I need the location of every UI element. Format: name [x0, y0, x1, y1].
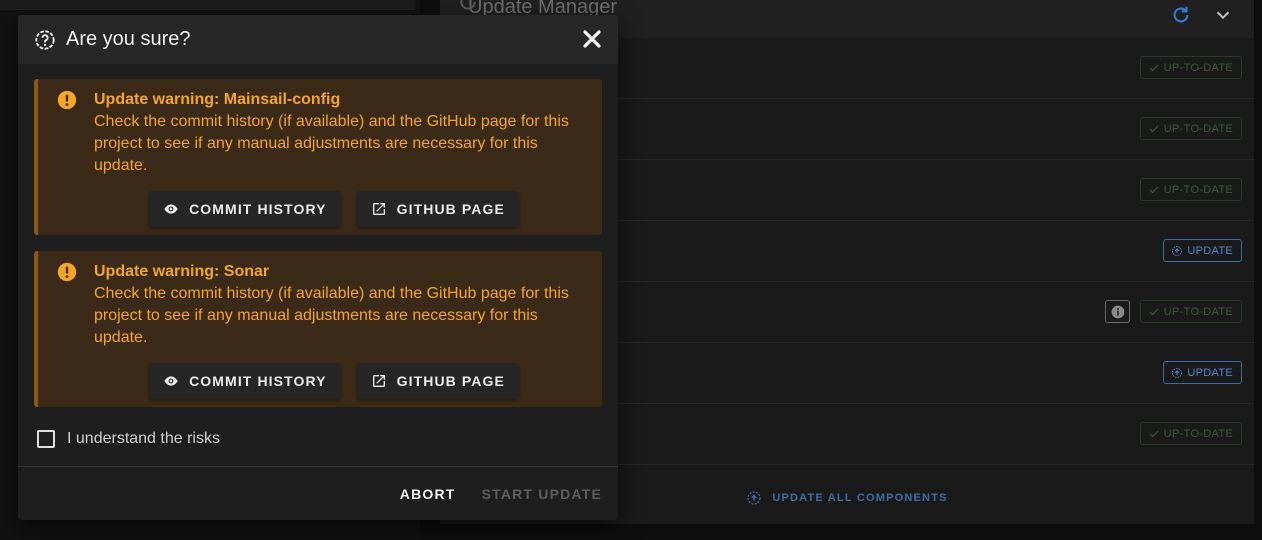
- warning-icon: [57, 262, 77, 282]
- up-to-date-chip: UP-TO-DATE: [1139, 56, 1242, 79]
- warning-icon: [57, 90, 77, 110]
- update-all-button[interactable]: UPDATE ALL COMPONENTS: [746, 490, 947, 506]
- check-icon: [1149, 430, 1159, 437]
- chip-label: UP-TO-DATE: [1163, 61, 1233, 74]
- alert-message: Check the commit history (if available) …: [94, 285, 569, 346]
- background-toolbar: [0, 0, 415, 10]
- github-page-button[interactable]: GITHUB PAGE: [356, 363, 519, 399]
- chip-label: UP-TO-DATE: [1163, 427, 1233, 440]
- start-update-button[interactable]: START UPDATE: [482, 486, 602, 502]
- commit-history-button[interactable]: COMMIT HISTORY: [149, 191, 341, 227]
- commit-history-label: COMMIT HISTORY: [189, 373, 327, 389]
- chip-label: UP-TO-DATE: [1163, 122, 1233, 135]
- abort-button[interactable]: ABORT: [400, 486, 456, 502]
- commit-history-label: COMMIT HISTORY: [189, 201, 327, 217]
- update-warning-alert: Update warning: Mainsail-config Check th…: [34, 79, 602, 235]
- understand-risks-checkbox[interactable]: [37, 430, 55, 448]
- eye-icon: [164, 376, 178, 386]
- understand-risks-row[interactable]: I understand the risks: [34, 423, 602, 455]
- alert-actions: COMMIT HISTORY GITHUB PAGE: [82, 363, 586, 399]
- up-to-date-chip: UP-TO-DATE: [1139, 117, 1242, 140]
- dialog-actions: ABORT START UPDATE: [18, 467, 618, 520]
- chevron-down-icon[interactable]: [1212, 4, 1234, 26]
- question-icon: [35, 29, 55, 50]
- github-page-label: GITHUB PAGE: [396, 201, 505, 217]
- info-button[interactable]: [1105, 300, 1130, 323]
- check-icon: [1149, 308, 1159, 315]
- close-icon: [583, 30, 601, 48]
- update-chip[interactable]: UPDATE: [1163, 361, 1242, 384]
- up-to-date-chip: UP-TO-DATE: [1139, 422, 1242, 445]
- commit-history-button[interactable]: COMMIT HISTORY: [149, 363, 341, 399]
- up-to-date-chip: UP-TO-DATE: [1139, 300, 1242, 323]
- refresh-icon[interactable]: [1170, 4, 1192, 26]
- chip-label: UP-TO-DATE: [1163, 183, 1233, 196]
- github-page-button[interactable]: GITHUB PAGE: [356, 191, 519, 227]
- github-page-label: GITHUB PAGE: [396, 373, 505, 389]
- chip-label: UPDATE: [1187, 244, 1233, 257]
- update-manager-icon: [460, 0, 476, 10]
- dialog-title: Are you sure?: [66, 28, 191, 50]
- update-all-icon: [747, 491, 761, 505]
- open-in-new-icon: [372, 375, 385, 387]
- chip-label: UP-TO-DATE: [1163, 305, 1233, 318]
- check-icon: [1149, 64, 1159, 71]
- alert-actions: COMMIT HISTORY GITHUB PAGE: [82, 191, 586, 227]
- dialog-body: Update warning: Mainsail-config Check th…: [18, 64, 618, 455]
- check-icon: [1149, 186, 1159, 193]
- alert-text: Update warning: Sonar Check the commit h…: [94, 261, 586, 349]
- alert-message: Check the commit history (if available) …: [94, 113, 569, 174]
- eye-icon: [164, 204, 178, 214]
- alert-text: Update warning: Mainsail-config Check th…: [94, 89, 586, 177]
- confirm-dialog: Are you sure? Update warning: Mainsail-c…: [18, 15, 618, 520]
- alert-title: Update warning: Mainsail-config: [94, 91, 341, 108]
- chip-label: UPDATE: [1187, 366, 1233, 379]
- close-button[interactable]: [580, 27, 604, 51]
- update-all-label: UPDATE ALL COMPONENTS: [772, 492, 948, 504]
- check-icon: [1149, 125, 1159, 132]
- update-icon: [1172, 245, 1183, 256]
- update-chip[interactable]: UPDATE: [1163, 239, 1242, 262]
- info-icon: [1111, 305, 1124, 318]
- alert-title: Update warning: Sonar: [94, 263, 270, 280]
- update-warning-alert: Update warning: Sonar Check the commit h…: [34, 251, 602, 407]
- open-in-new-icon: [372, 203, 385, 215]
- up-to-date-chip: UP-TO-DATE: [1139, 178, 1242, 201]
- update-icon: [1172, 367, 1183, 378]
- dialog-header: Are you sure?: [18, 15, 618, 64]
- understand-risks-label[interactable]: I understand the risks: [67, 430, 220, 448]
